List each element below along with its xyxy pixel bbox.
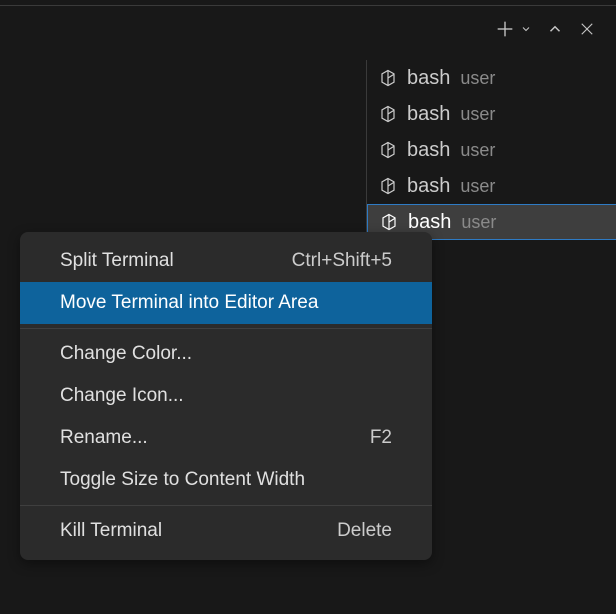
menu-shortcut: Ctrl+Shift+5 [292,250,392,272]
close-icon[interactable] [578,20,596,38]
menu-rename[interactable]: Rename... F2 [20,417,432,459]
terminal-item[interactable]: bash user [367,132,616,168]
terminal-name: bash [407,67,450,90]
terminal-label: user [460,176,495,197]
terminal-name: bash [407,103,450,126]
chevron-up-icon[interactable] [546,20,564,38]
terminal-bash-icon [379,69,397,87]
menu-label: Change Icon... [60,385,184,407]
terminal-bash-icon [380,213,398,231]
menu-divider [20,328,432,329]
menu-move-to-editor[interactable]: Move Terminal into Editor Area [20,282,432,324]
terminal-list: bash user bash user bash user bash user … [366,60,616,240]
terminal-context-menu: Split Terminal Ctrl+Shift+5 Move Termina… [20,232,432,560]
terminal-label: user [460,68,495,89]
plus-icon[interactable] [494,18,516,40]
terminal-item[interactable]: bash user [367,96,616,132]
terminal-name: bash [407,175,450,198]
new-terminal-group[interactable] [494,18,532,40]
menu-toggle-size[interactable]: Toggle Size to Content Width [20,459,432,501]
terminal-label: user [461,212,496,233]
chevron-down-icon[interactable] [520,23,532,35]
terminal-item[interactable]: bash user [367,60,616,96]
terminal-name: bash [408,211,451,234]
menu-label: Rename... [60,427,148,449]
terminal-label: user [460,140,495,161]
menu-divider [20,505,432,506]
menu-label: Kill Terminal [60,520,162,542]
menu-label: Move Terminal into Editor Area [60,292,318,314]
terminal-toolbar [494,18,596,40]
terminal-bash-icon [379,105,397,123]
menu-label: Toggle Size to Content Width [60,469,305,491]
terminal-item[interactable]: bash user [367,168,616,204]
menu-split-terminal[interactable]: Split Terminal Ctrl+Shift+5 [20,240,432,282]
menu-change-icon[interactable]: Change Icon... [20,375,432,417]
menu-shortcut: Delete [337,520,392,542]
menu-kill-terminal[interactable]: Kill Terminal Delete [20,510,432,552]
menu-shortcut: F2 [370,427,392,449]
menu-label: Split Terminal [60,250,174,272]
menu-label: Change Color... [60,343,192,365]
menu-change-color[interactable]: Change Color... [20,333,432,375]
terminal-label: user [460,104,495,125]
terminal-name: bash [407,139,450,162]
terminal-bash-icon [379,177,397,195]
panel-top-border [0,5,616,6]
terminal-bash-icon [379,141,397,159]
